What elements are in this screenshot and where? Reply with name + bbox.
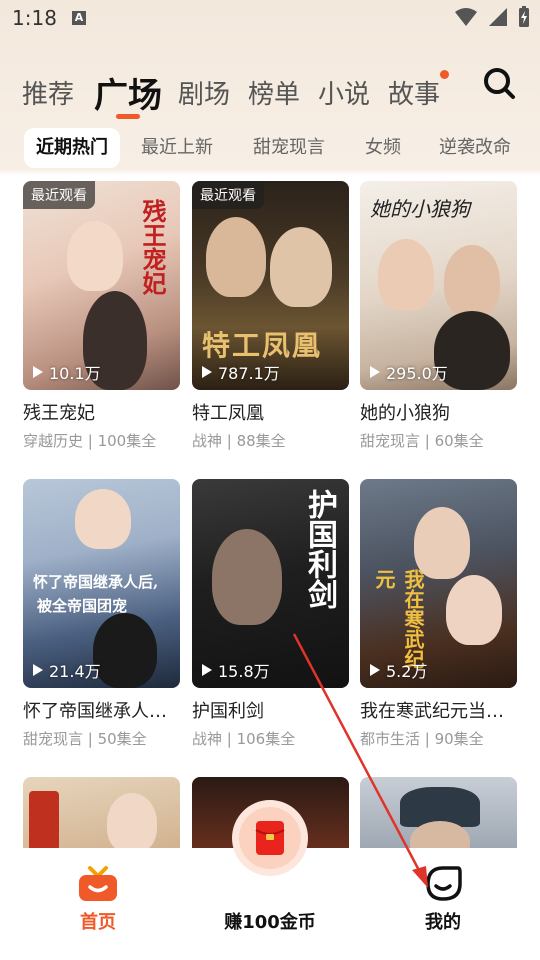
- play-count: 10.1万: [33, 360, 101, 384]
- status-bar: 1:18 A: [0, 0, 540, 36]
- tab-recommend[interactable]: 推荐: [22, 74, 74, 111]
- subtab-recent-hot[interactable]: 近期热门: [24, 128, 120, 168]
- search-icon: [484, 68, 515, 99]
- drama-title[interactable]: 护国利剑: [192, 697, 349, 723]
- poster-title-text: 残王宠妃: [138, 199, 167, 295]
- drama-poster[interactable]: 残王宠妃 最近观看 10.1万: [23, 181, 180, 390]
- poster-art: 残王宠妃: [23, 181, 180, 390]
- status-time: 1:18: [12, 6, 57, 30]
- earn-coins-inner: [239, 807, 301, 869]
- play-count: 787.1万: [202, 360, 280, 384]
- drama-title[interactable]: 怀了帝国继承人…: [23, 697, 180, 723]
- drama-meta: 甜宠现言 | 60集全: [360, 432, 484, 450]
- play-count: 21.4万: [33, 658, 101, 682]
- drama-poster[interactable]: 她的小狼狗 295.0万: [360, 181, 517, 390]
- drama-title[interactable]: 我在寒武纪元当…: [360, 697, 517, 723]
- nav-mine-label: 我的: [425, 912, 461, 933]
- main-tabs: 推荐 广场 剧场 榜单 小说 故事: [22, 64, 462, 120]
- red-envelope-icon: [255, 821, 285, 855]
- drama-title[interactable]: 她的小狼狗: [360, 399, 517, 425]
- drama-title[interactable]: 特工凤凰: [192, 399, 349, 425]
- tab-plaza[interactable]: 广场: [94, 68, 162, 117]
- recently-watched-badge: 最近观看: [23, 181, 95, 209]
- subtab-new-release[interactable]: 最近上新: [141, 128, 213, 168]
- play-icon: [370, 664, 380, 676]
- search-button[interactable]: [482, 66, 516, 100]
- tab-novel[interactable]: 小说: [318, 74, 370, 111]
- recently-watched-badge: 最近观看: [192, 181, 264, 209]
- drama-poster[interactable]: 怀了帝国继承人后, 被全帝国团宠 21.4万: [23, 479, 180, 688]
- earn-coins-button[interactable]: [232, 800, 308, 876]
- status-indicator-icon: A: [72, 11, 86, 25]
- play-icon: [33, 366, 43, 378]
- wifi-icon: [455, 8, 477, 26]
- nav-home[interactable]: 首页: [48, 848, 148, 960]
- poster-art: 她的小狼狗: [360, 181, 517, 390]
- tab-ranking[interactable]: 榜单: [248, 74, 300, 111]
- drama-meta: 战神 | 106集全: [192, 730, 296, 748]
- home-tv-icon: [79, 866, 117, 901]
- drama-meta: 穿越历史 | 100集全: [23, 432, 157, 450]
- tab-story[interactable]: 故事: [388, 74, 440, 111]
- poster-title-text: 特工凤凰: [202, 329, 323, 362]
- drama-meta: 都市生活 | 90集全: [360, 730, 484, 748]
- sub-tabs: 近期热门 最近上新 甜宠现言 女频 逆袭改命: [24, 128, 540, 168]
- poster-art: 特工凤凰: [192, 181, 349, 390]
- poster-art: 怀了帝国继承人后, 被全帝国团宠: [23, 479, 180, 688]
- poster-art: 我在寒武纪元: [360, 479, 517, 688]
- battery-icon: [519, 6, 529, 27]
- subtab-female[interactable]: 女频: [365, 128, 401, 168]
- drama-title[interactable]: 残王宠妃: [23, 399, 180, 425]
- subtab-comeback[interactable]: 逆袭改命: [439, 128, 511, 168]
- play-count: 5.2万: [370, 658, 427, 682]
- play-icon: [370, 366, 380, 378]
- play-icon: [202, 664, 212, 676]
- drama-meta: 战神 | 88集全: [192, 432, 286, 450]
- profile-face-icon: [426, 866, 462, 901]
- drama-poster[interactable]: 我在寒武纪元 5.2万: [360, 479, 517, 688]
- poster-title-line2: 被全帝国团宠: [37, 597, 128, 615]
- nav-home-label: 首页: [80, 912, 116, 933]
- drama-poster[interactable]: 特工凤凰 最近观看 787.1万: [192, 181, 349, 390]
- nav-earn-label: 赚100金币: [224, 912, 316, 933]
- play-count: 15.8万: [202, 658, 270, 682]
- tab-theater[interactable]: 剧场: [178, 74, 230, 111]
- drama-poster[interactable]: 护国利剑 15.8万: [192, 479, 349, 688]
- play-count: 295.0万: [370, 360, 448, 384]
- drama-meta: 甜宠现言 | 50集全: [23, 730, 147, 748]
- poster-title-line1: 怀了帝国继承人后,: [33, 573, 159, 591]
- poster-title-text: 护国利剑: [302, 489, 337, 609]
- nav-mine[interactable]: 我的: [393, 848, 493, 960]
- poster-art: 护国利剑: [192, 479, 349, 688]
- poster-title-text: 她的小狼狗: [370, 197, 470, 221]
- play-icon: [33, 664, 43, 676]
- active-tab-indicator: [116, 114, 140, 119]
- status-icons: [454, 6, 530, 28]
- notification-dot: [440, 70, 449, 79]
- subtab-sweet-romance[interactable]: 甜宠现言: [253, 128, 325, 168]
- signal-icon: [489, 8, 507, 26]
- play-icon: [202, 366, 212, 378]
